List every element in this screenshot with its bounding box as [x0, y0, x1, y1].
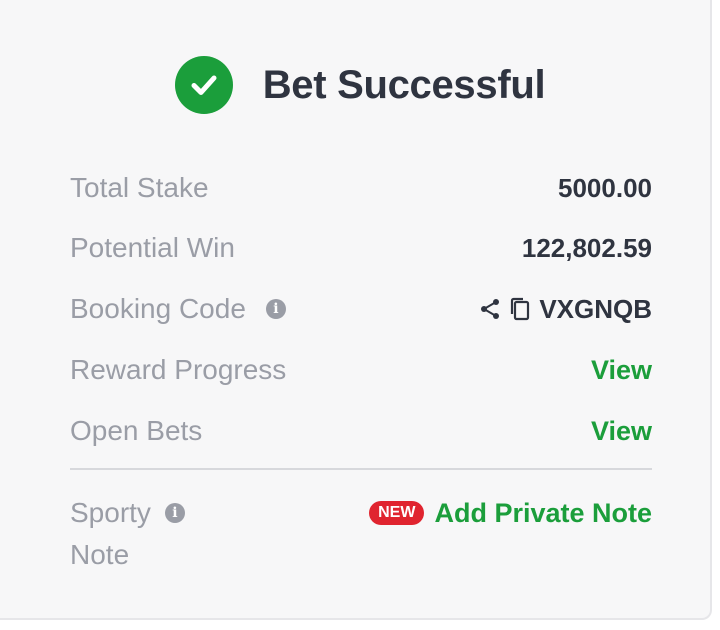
potential-win-row: Potential Win 122,802.59 — [70, 228, 652, 268]
potential-win-value: 122,802.59 — [521, 232, 652, 263]
open-bets-view-link[interactable]: View — [591, 416, 652, 447]
booking-code-row: Booking Code i VXGNQB — [70, 289, 652, 329]
reward-progress-label: Reward Progress — [70, 354, 287, 385]
reward-progress-row: Reward Progress View — [70, 350, 652, 390]
sporty-note-label-line2: Note — [70, 539, 130, 570]
share-icon[interactable] — [479, 297, 501, 321]
booking-code-label-group: Booking Code i — [70, 293, 286, 325]
info-icon[interactable]: i — [265, 299, 286, 319]
new-badge: NEW — [369, 501, 425, 525]
potential-win-label: Potential Win — [70, 232, 235, 263]
open-bets-label: Open Bets — [70, 415, 203, 446]
total-stake-value: 5000.00 — [558, 172, 652, 203]
divider — [70, 468, 652, 470]
booking-code-label: Booking Code — [70, 293, 246, 324]
check-circle-icon — [174, 56, 233, 114]
bet-success-card: Bet Successful Total Stake 5000.00 Poten… — [0, 0, 712, 620]
add-private-note-button[interactable]: NEW Add Private Note — [369, 492, 652, 534]
sporty-note-label: Sporty i Note — [70, 492, 210, 576]
page-title: Bet Successful — [262, 62, 546, 107]
add-private-note-label: Add Private Note — [434, 497, 652, 528]
success-header: Bet Successful — [0, 56, 720, 114]
copy-icon[interactable] — [509, 296, 531, 322]
booking-code-value-group: VXGNQB — [479, 294, 652, 325]
reward-progress-view-link[interactable]: View — [591, 355, 652, 386]
info-icon[interactable]: i — [164, 503, 185, 523]
sporty-note-label-line1: Sporty — [70, 497, 151, 528]
open-bets-row: Open Bets View — [70, 411, 652, 451]
booking-code-value[interactable]: VXGNQB — [539, 294, 652, 325]
total-stake-label: Total Stake — [70, 172, 209, 203]
total-stake-row: Total Stake 5000.00 — [70, 168, 652, 208]
sporty-note-row: Sporty i Note NEW Add Private Note — [70, 492, 652, 576]
